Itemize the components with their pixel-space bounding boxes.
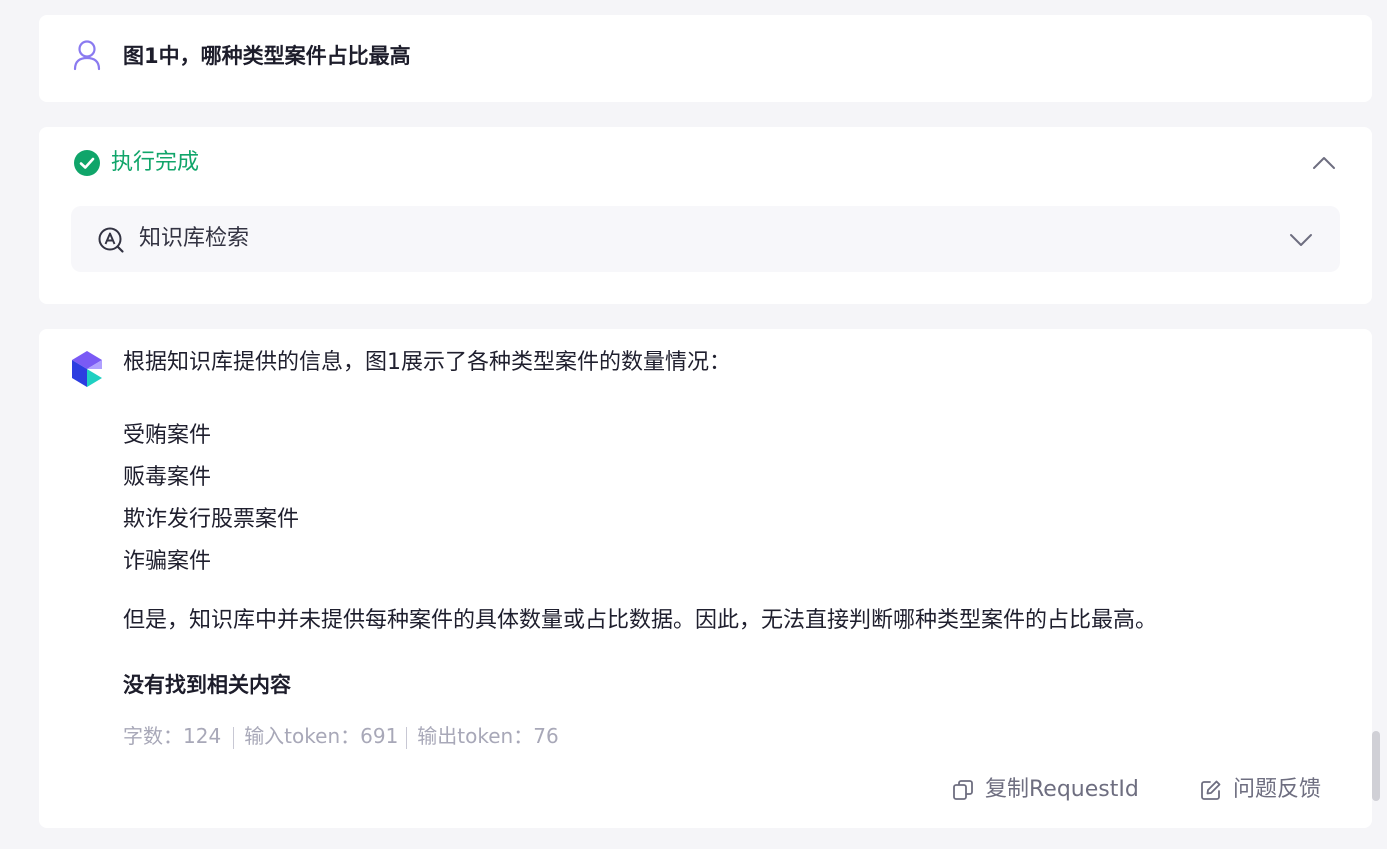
output-token-count: 输出token：76 xyxy=(417,724,559,748)
case-item: 诈骗案件 xyxy=(123,549,212,574)
user-icon xyxy=(73,40,101,71)
no-result-note: 没有找到相关内容 xyxy=(123,673,291,697)
status-text: 执行完成 xyxy=(111,150,200,175)
user-question-card: 图1中，哪种类型案件占比最高 xyxy=(39,15,1372,102)
divider xyxy=(233,726,235,749)
copy-request-id-button[interactable]: 复制RequestId xyxy=(951,774,1151,806)
edit-icon xyxy=(1201,780,1221,800)
answer-body: 根据知识库提供的信息，图1展示了各种类型案件的数量情况： 受贿案件 贩毒案件 欺… xyxy=(123,347,1323,751)
check-circle-icon xyxy=(74,150,100,176)
case-item: 受贿案件 xyxy=(123,423,212,448)
knowledge-search-label: 知识库检索 xyxy=(139,226,250,251)
token-stats: 字数：124 输入token：691 输出token：76 xyxy=(123,721,1323,751)
divider xyxy=(406,726,408,749)
copy-request-id-label: 复制RequestId xyxy=(985,777,1139,802)
copy-icon xyxy=(953,780,973,800)
case-list: 受贿案件 贩毒案件 欺诈发行股票案件 诈骗案件 xyxy=(123,415,1323,583)
answer-conclusion: 但是，知识库中并未提供每种案件的具体数量或占比数据。因此，无法直接判断哪种类型案… xyxy=(123,608,1158,633)
question-text: 图1中，哪种类型案件占比最高 xyxy=(123,44,411,68)
feedback-button[interactable]: 问题反馈 xyxy=(1199,774,1339,806)
scrollbar-thumb[interactable] xyxy=(1372,731,1380,801)
feedback-label: 问题反馈 xyxy=(1233,777,1322,802)
execution-status-card: 执行完成 知识库检索 xyxy=(39,127,1372,304)
knowledge-search-step[interactable]: 知识库检索 xyxy=(71,206,1340,272)
input-token-count: 输入token：691 xyxy=(244,724,399,748)
chevron-up-icon[interactable] xyxy=(1310,149,1338,177)
answer-intro: 根据知识库提供的信息，图1展示了各种类型案件的数量情况： xyxy=(123,350,731,375)
knowledge-search-icon xyxy=(98,227,124,253)
chevron-down-icon[interactable] xyxy=(1287,226,1315,254)
case-item: 贩毒案件 xyxy=(123,465,212,490)
word-count: 字数：124 xyxy=(123,724,222,748)
case-item: 欺诈发行股票案件 xyxy=(123,507,300,532)
answer-card: 根据知识库提供的信息，图1展示了各种类型案件的数量情况： 受贿案件 贩毒案件 欺… xyxy=(39,329,1372,828)
bot-logo-icon xyxy=(72,351,102,387)
